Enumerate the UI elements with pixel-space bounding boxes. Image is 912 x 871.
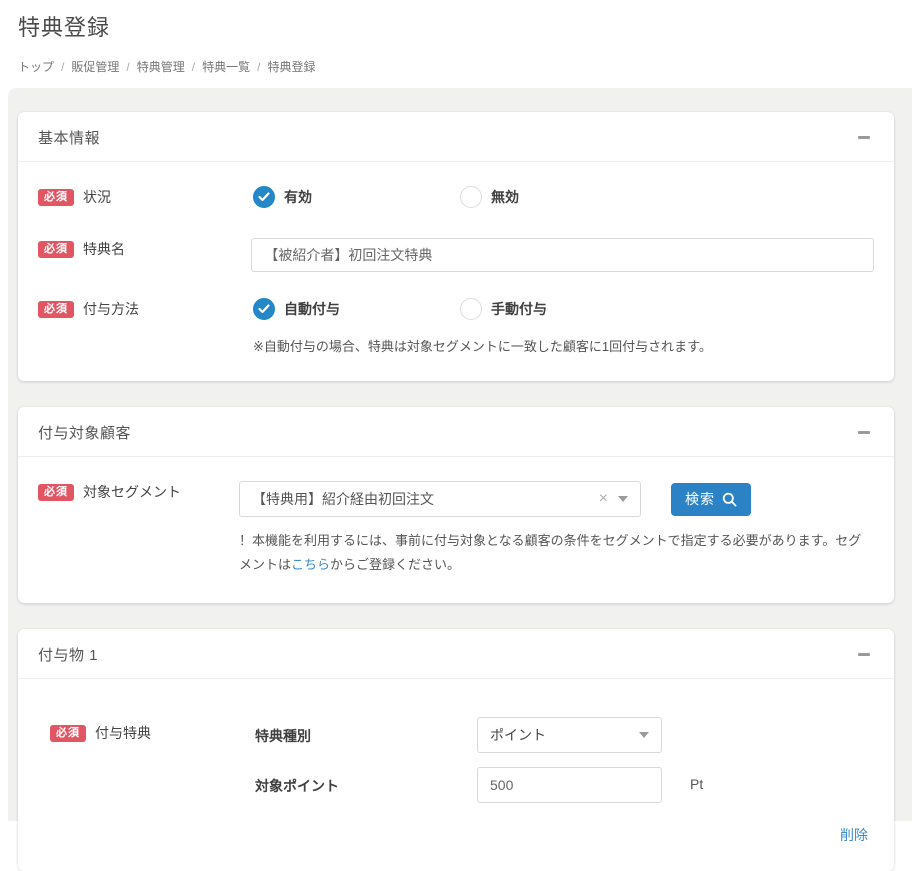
grant-method-row: 必須 付与方法 自動付与 手動付与: [38, 298, 874, 320]
card-basic-info: 基本情報 必須 状況 有効 無効 必須 特典名 【被紹介者】初回注文特典 必須 …: [18, 112, 894, 381]
radio-status-inactive-label: 無効: [491, 189, 519, 205]
page-header: 特典登録 トップ / 販促管理 / 特典管理 / 特典一覧 / 特典登録: [0, 0, 912, 75]
benefit-name-label-col: 必須 特典名: [38, 238, 251, 259]
radio-unchecked-icon: [460, 186, 482, 208]
grant-method-radio-group: 自動付与 手動付与: [253, 298, 667, 320]
grant-method-label: 付与方法: [83, 301, 139, 317]
points-unit-label: Pt: [690, 776, 704, 793]
segment-label-col: 必須 対象セグメント: [38, 481, 239, 502]
status-radio-group: 有効 無効: [253, 186, 667, 208]
card-basic-body: 必須 状況 有効 無効 必須 特典名 【被紹介者】初回注文特典 必須 付与方法 …: [18, 162, 894, 381]
radio-status-active[interactable]: 有効: [253, 186, 460, 208]
breadcrumb-separator: /: [61, 59, 65, 74]
benefit-type-label: 特典種別: [255, 728, 311, 745]
required-badge: 必須: [38, 300, 74, 318]
breadcrumb-item-top[interactable]: トップ: [18, 58, 54, 75]
segment-value: 【特典用】紹介経由初回注文: [252, 491, 434, 507]
card-basic-title: 基本情報: [38, 130, 101, 147]
collapse-minus-icon[interactable]: [858, 426, 872, 440]
radio-method-manual[interactable]: 手動付与: [460, 298, 667, 320]
segment-help-after: からご登録ください。: [330, 557, 461, 573]
radio-status-inactive[interactable]: 無効: [460, 186, 667, 208]
benefit-name-label: 特典名: [83, 241, 125, 257]
breadcrumb-item-benefit-list[interactable]: 特典一覧: [202, 58, 250, 75]
card-target-title: 付与対象顧客: [38, 425, 132, 442]
breadcrumb-item-benefit-mgmt[interactable]: 特典管理: [137, 58, 185, 75]
breadcrumb-separator: /: [191, 59, 196, 74]
card-target-customers: 付与対象顧客 必須 対象セグメント 【特典用】紹介経由初回注文 × 検索 ！本機…: [18, 407, 894, 604]
caret-down-icon[interactable]: [618, 496, 628, 502]
card-target-header: 付与対象顧客: [18, 407, 894, 457]
radio-method-auto[interactable]: 自動付与: [253, 298, 460, 320]
benefit-name-input[interactable]: [251, 238, 874, 272]
card-grant-body: 必須 付与特典 特典種別 ポイント 対象ポイント Pt 削除: [18, 679, 894, 871]
breadcrumb-item-promotion[interactable]: 販促管理: [71, 58, 119, 75]
delete-row: 削除: [38, 825, 874, 845]
segment-row: 必須 対象セグメント 【特典用】紹介経由初回注文 × 検索 ！本機能を利用するに…: [38, 481, 874, 577]
radio-checked-icon: [253, 186, 275, 208]
radio-method-auto-label: 自動付与: [284, 301, 340, 317]
check-icon: [258, 192, 270, 202]
search-button[interactable]: 検索: [671, 482, 751, 516]
benefit-name-row: 必須 特典名: [38, 238, 874, 272]
radio-checked-icon: [253, 298, 275, 320]
card-target-body: 必須 対象セグメント 【特典用】紹介経由初回注文 × 検索 ！本機能を利用するに…: [18, 457, 894, 603]
card-basic-header: 基本情報: [18, 112, 894, 162]
target-points-input[interactable]: [477, 767, 662, 804]
grant-method-label-col: 必須 付与方法: [38, 298, 253, 319]
benefit-type-row: 必須 付与特典 特典種別 ポイント: [38, 717, 874, 754]
check-icon: [258, 304, 270, 314]
page-title: 特典登録: [18, 15, 111, 40]
required-badge: 必須: [50, 724, 86, 742]
method-note: ※自動付与の場合、特典は対象セグメントに一致した顧客に1回付与されます。: [253, 339, 712, 354]
card-grant-item-1: 付与物 1 必須 付与特典 特典種別 ポイント 対象ポイント 500 Pt 削除: [18, 629, 894, 871]
collapse-minus-icon[interactable]: [858, 131, 872, 145]
status-row: 必須 状況 有効 無効: [38, 186, 874, 208]
segment-combobox[interactable]: 【特典用】紹介経由初回注文 ×: [239, 481, 641, 517]
breadcrumb-separator: /: [257, 59, 261, 74]
breadcrumb: トップ / 販促管理 / 特典管理 / 特典一覧 / 特典登録: [18, 58, 912, 75]
breadcrumb-item-current: 特典登録: [267, 60, 316, 74]
segment-help-text: ！本機能を利用するには、事前に付与対象となる顧客の条件をセグメントで指定する必要…: [239, 529, 874, 577]
grant-benefit-label: 付与特典: [95, 725, 151, 742]
kochira-link[interactable]: こちら: [291, 557, 330, 572]
status-label: 状況: [83, 189, 111, 205]
target-points-row: 対象ポイント Pt: [38, 767, 874, 804]
required-badge: 必須: [38, 483, 74, 501]
radio-method-manual-label: 手動付与: [491, 301, 547, 317]
benefit-type-select[interactable]: ポイント: [477, 717, 662, 754]
benefit-type-value: ポイント: [490, 727, 546, 744]
caret-down-icon: [639, 732, 649, 739]
grant-benefit-label-col: 必須 付与特典: [38, 717, 255, 743]
delete-link[interactable]: 削除: [840, 827, 868, 843]
search-button-label: 検索: [685, 491, 715, 507]
radio-status-active-label: 有効: [284, 189, 312, 205]
target-points-label: 対象ポイント: [255, 778, 339, 795]
collapse-minus-icon[interactable]: [858, 648, 872, 662]
search-icon: [722, 492, 737, 507]
segment-label: 対象セグメント: [83, 484, 181, 500]
method-note-row: ※自動付与の場合、特典は対象セグメントに一致した顧客に1回付与されます。: [38, 332, 874, 355]
required-badge: 必須: [38, 188, 74, 206]
status-label-col: 必須 状況: [38, 186, 253, 207]
content-area: 基本情報 必須 状況 有効 無効 必須 特典名 【被紹介者】初回注文特典 必須 …: [8, 88, 912, 871]
required-badge: 必須: [38, 240, 74, 258]
card-grant-title: 付与物 1: [38, 647, 99, 665]
card-grant-header: 付与物 1: [18, 629, 894, 680]
clear-icon[interactable]: ×: [599, 490, 608, 508]
breadcrumb-separator: /: [126, 59, 130, 74]
radio-unchecked-icon: [460, 298, 482, 320]
